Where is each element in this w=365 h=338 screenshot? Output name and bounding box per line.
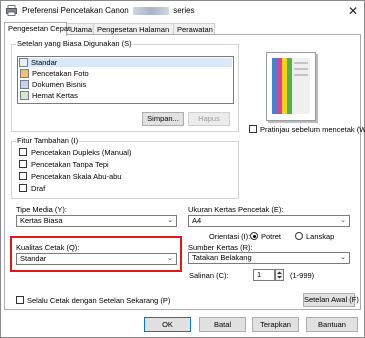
chevron-down-icon: ⌄ <box>167 255 173 262</box>
media-type-label: Tipe Media (Y): <box>16 205 67 214</box>
list-item[interactable]: Standar <box>19 58 232 67</box>
list-item-label: Pencetakan Foto <box>32 69 89 78</box>
document-icon <box>19 58 28 67</box>
portrait-label: Potret <box>261 232 282 241</box>
window-title-prefix: Preferensi Pencetakan Canon <box>22 6 129 15</box>
chevron-down-icon: ⌄ <box>340 254 346 261</box>
photo-icon <box>20 69 29 78</box>
paper-source-select[interactable]: Tatakan Belakang ⌄ <box>188 252 350 264</box>
borderless-checkbox[interactable] <box>19 160 27 168</box>
orientation-label: Orientasi (I): <box>209 232 251 241</box>
tab-quick-setup[interactable]: Pengesetan Cepat <box>4 22 70 36</box>
paper-source-value: Tatakan Belakang <box>192 253 252 262</box>
draft-checkbox[interactable] <box>19 184 27 192</box>
paper-source-label: Sumber Kertas (R): <box>188 243 253 252</box>
borderless-label: Pencetakan Tanpa Tepi <box>31 160 109 169</box>
copies-stepper[interactable] <box>275 269 284 281</box>
copies-range: (1-999) <box>290 271 315 280</box>
print-quality-select[interactable]: Standar ⌄ <box>16 253 177 265</box>
window-title-suffix: series <box>173 6 195 15</box>
draft-label: Draf <box>31 184 46 193</box>
business-document-icon <box>20 80 29 89</box>
paper-saving-icon <box>20 91 29 100</box>
list-item[interactable]: Hemat Kertas <box>20 91 78 100</box>
paper-size-value: A4 <box>192 216 202 225</box>
print-quality-label: Kualitas Cetak (Q): <box>16 243 80 252</box>
grayscale-label: Pencetakan Skala Abu-abu <box>31 172 122 181</box>
page-preview <box>266 52 316 121</box>
list-item[interactable]: Pencetakan Foto <box>20 69 89 78</box>
apply-button[interactable]: Terapkan <box>252 317 299 332</box>
title-bar: Preferensi Pencetakan Canon series ✕ <box>1 1 364 21</box>
landscape-label: Lanskap <box>306 232 335 241</box>
print-quality-value: Standar <box>20 254 47 263</box>
paper-size-select[interactable]: A4 ⌄ <box>188 215 350 227</box>
landscape-radio[interactable] <box>295 232 303 240</box>
grayscale-checkbox[interactable] <box>19 172 27 180</box>
copies-label: Salinan (C): <box>189 271 229 280</box>
list-item-label: Standar <box>31 58 58 67</box>
common-settings-list[interactable]: Standar Pencetakan Foto Dokumen Bisnis H… <box>17 56 234 104</box>
always-print-checkbox[interactable] <box>16 296 24 304</box>
paper-size-label: Ukuran Kertas Pencetak (E): <box>188 205 284 214</box>
list-item[interactable]: Dokumen Bisnis <box>20 80 86 89</box>
media-type-value: Kertas Biasa <box>20 216 63 225</box>
redacted-model-name <box>132 6 169 15</box>
always-print-label: Selalu Cetak dengan Setelan Sekarang (P) <box>27 296 171 305</box>
printer-preferences-window: Preferensi Pencetakan Canon series ✕ Pen… <box>0 0 365 338</box>
window-title: Preferensi Pencetakan Canon series <box>22 6 195 15</box>
close-icon[interactable]: ✕ <box>346 4 360 18</box>
defaults-button[interactable]: Setelan Awal (F) <box>303 293 359 307</box>
list-item-label: Hemat Kertas <box>32 91 78 100</box>
page-preview-graphic <box>272 58 310 114</box>
common-settings-label: Setelan yang Biasa Digunakan (S) <box>16 39 133 48</box>
preview-before-print-checkbox[interactable] <box>249 125 257 133</box>
help-button[interactable]: Bantuan <box>306 317 358 332</box>
chevron-down-icon: ⌄ <box>167 217 173 224</box>
copies-input[interactable]: 1 <box>253 269 275 281</box>
duplex-label: Pencetakan Dupleks (Manual) <box>31 148 132 157</box>
preview-before-print-label: Pratinjau sebelum mencetak (W) <box>260 125 365 134</box>
cancel-button[interactable]: Batal <box>199 317 246 332</box>
delete-button[interactable]: Hapus <box>188 112 230 126</box>
save-button[interactable]: Simpan... <box>142 112 184 126</box>
additional-features-label: Fitur Tambahan (I) <box>16 136 80 145</box>
ok-button[interactable]: OK <box>144 317 191 332</box>
portrait-radio[interactable] <box>250 232 258 240</box>
list-item-label: Dokumen Bisnis <box>32 80 87 89</box>
chevron-down-icon: ⌄ <box>340 217 346 224</box>
duplex-checkbox[interactable] <box>19 148 27 156</box>
printer-icon <box>6 5 17 16</box>
stepper-arrows-icon <box>277 271 282 279</box>
media-type-select[interactable]: Kertas Biasa ⌄ <box>16 215 177 227</box>
